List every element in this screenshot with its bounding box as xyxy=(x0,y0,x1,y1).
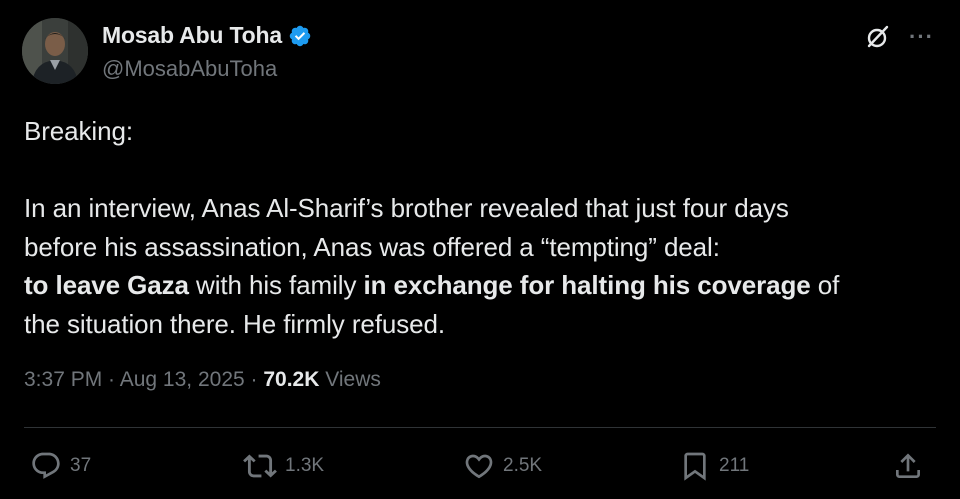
tweet-card: Mosab Abu Toha @MosabAbuToha ··· Breakin… xyxy=(0,0,960,499)
tweet-date[interactable]: Aug 13, 2025 xyxy=(120,368,245,391)
tweet-text-line: before his assassination, Anas was offer… xyxy=(24,231,720,262)
avatar-photo xyxy=(22,18,88,84)
verified-badge-icon[interactable] xyxy=(288,24,312,48)
author-display-name[interactable]: Mosab Abu Toha xyxy=(102,22,282,49)
more-options-icon[interactable]: ··· xyxy=(909,26,934,48)
bookmark-button[interactable]: 211 xyxy=(679,446,749,486)
divider xyxy=(24,427,936,428)
views-count[interactable]: 70.2K xyxy=(263,368,319,391)
tweet-text-span: of xyxy=(810,270,840,300)
share-icon xyxy=(896,453,920,478)
reply-icon xyxy=(32,452,60,479)
views-label: Views xyxy=(319,368,381,391)
tweet-meta: 3:37 PM · Aug 13, 2025 · 70.2K Views xyxy=(24,368,381,392)
tweet-text: Breaking: In an interview, Anas Al-Shari… xyxy=(24,112,934,343)
tweet-top-actions: ··· xyxy=(865,24,934,50)
heart-icon xyxy=(465,454,493,479)
author-handle[interactable]: @MosabAbuToha xyxy=(102,56,277,82)
author-name-row: Mosab Abu Toha xyxy=(102,22,312,49)
avatar[interactable] xyxy=(22,18,88,84)
repost-count: 1.3K xyxy=(285,455,325,476)
share-button[interactable] xyxy=(892,446,924,486)
tweet-bold-text: to leave Gaza xyxy=(24,270,189,300)
bookmark-icon xyxy=(684,452,706,481)
like-count: 2.5K xyxy=(503,455,543,476)
tweet-text-line: the situation there. He firmly refused. xyxy=(24,308,445,339)
tweet-actions-bar: 37 1.3K 2.5K 211 xyxy=(0,446,960,486)
tweet-bold-text: in exchange for halting his coverage xyxy=(363,270,811,300)
reply-count: 37 xyxy=(70,455,92,476)
tweet-text-line: Breaking: xyxy=(24,116,133,146)
repost-button[interactable]: 1.3K xyxy=(243,446,324,486)
reply-button[interactable]: 37 xyxy=(30,446,91,486)
tweet-text-span: with his family xyxy=(188,270,364,300)
tweet-text-line: In an interview, Anas Al-Sharif’s brothe… xyxy=(24,193,789,223)
repost-icon xyxy=(243,454,277,478)
meta-separator: · xyxy=(102,368,120,391)
grok-icon[interactable] xyxy=(865,24,891,50)
tweet-text-line: to leave Gaza with his family in exchang… xyxy=(24,266,934,305)
bookmark-count: 211 xyxy=(719,455,750,476)
tweet-time[interactable]: 3:37 PM xyxy=(24,368,102,391)
meta-separator: · xyxy=(244,368,264,391)
like-button[interactable]: 2.5K xyxy=(463,446,542,486)
